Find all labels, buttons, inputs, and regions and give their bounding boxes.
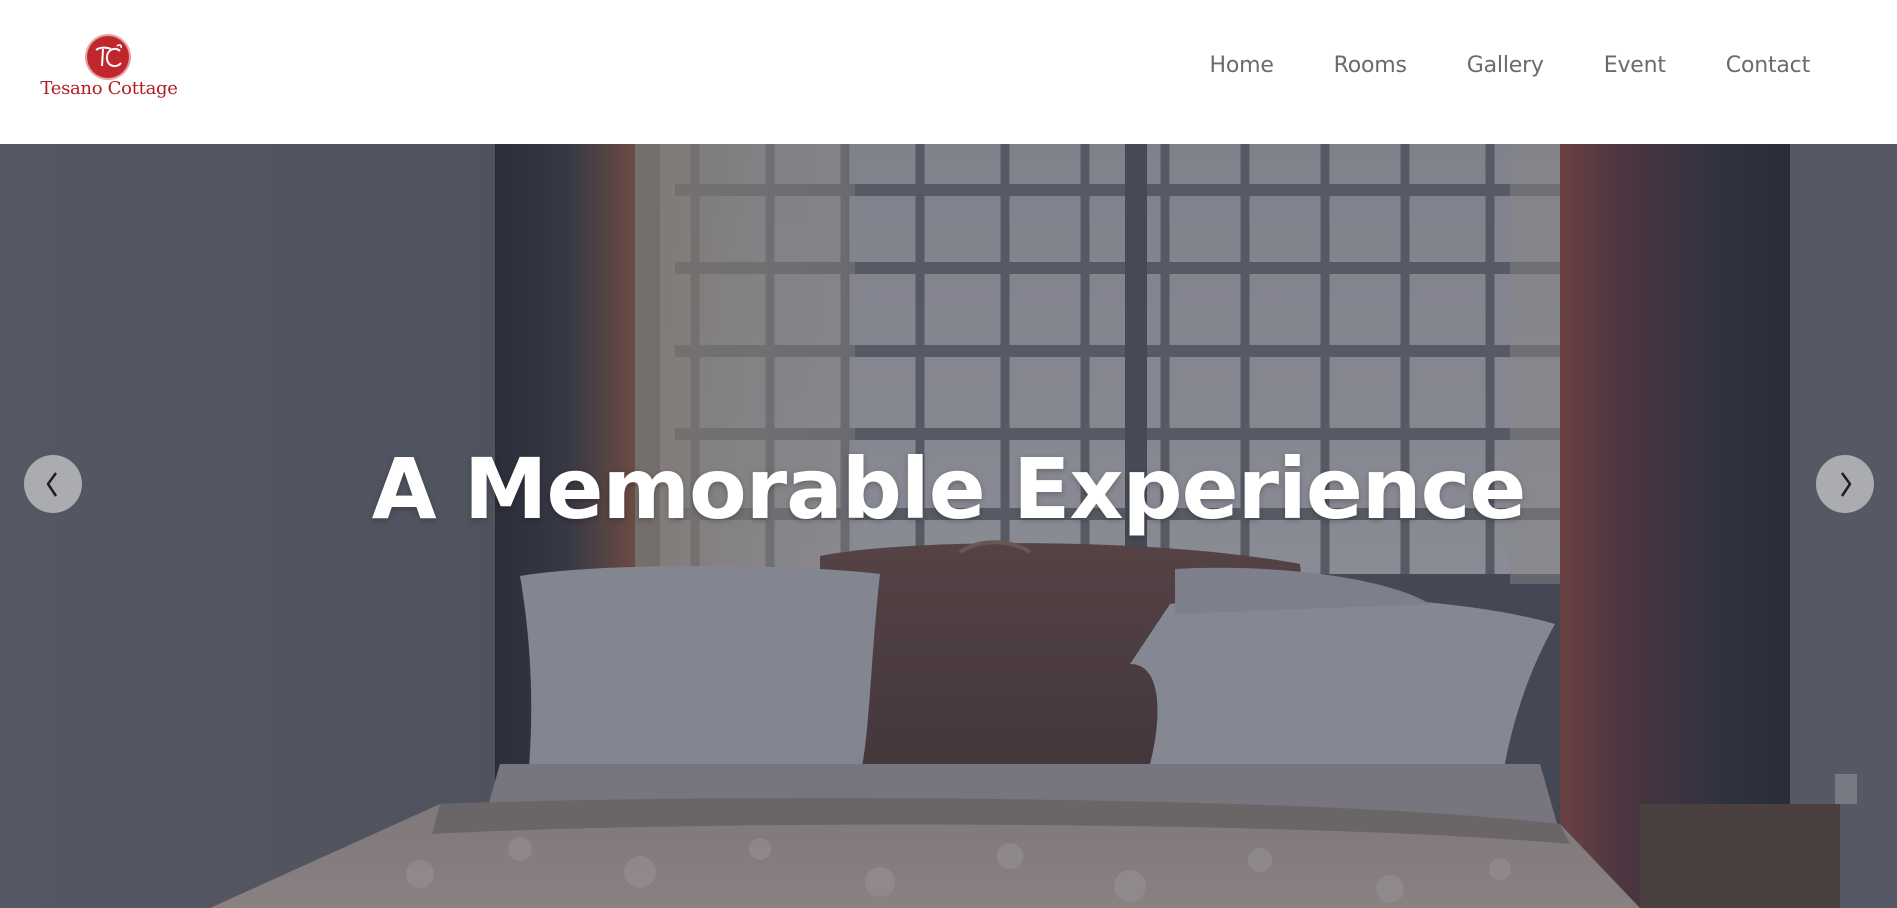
nav-gallery[interactable]: Gallery <box>1467 53 1544 78</box>
hero-slider: A Memorable Experience <box>0 144 1897 908</box>
chevron-left-icon <box>46 472 58 497</box>
nav-event[interactable]: Event <box>1604 53 1666 78</box>
nav-rooms[interactable]: Rooms <box>1334 53 1407 78</box>
hero-title: A Memorable Experience <box>371 440 1527 538</box>
slider-next-button[interactable] <box>1816 455 1874 513</box>
brand-name: Tesano Cottage <box>40 78 178 99</box>
chevron-right-icon <box>1840 472 1852 497</box>
main-nav: Home Rooms Gallery Event Contact <box>1210 53 1811 78</box>
nav-contact[interactable]: Contact <box>1726 53 1810 78</box>
slider-prev-button[interactable] <box>24 455 82 513</box>
brand-logo[interactable]: Tesano Cottage <box>36 34 182 110</box>
site-header: Tesano Cottage Home Rooms Gallery Event … <box>0 0 1897 144</box>
logo-monogram-icon <box>87 36 129 78</box>
nav-home[interactable]: Home <box>1210 53 1274 78</box>
